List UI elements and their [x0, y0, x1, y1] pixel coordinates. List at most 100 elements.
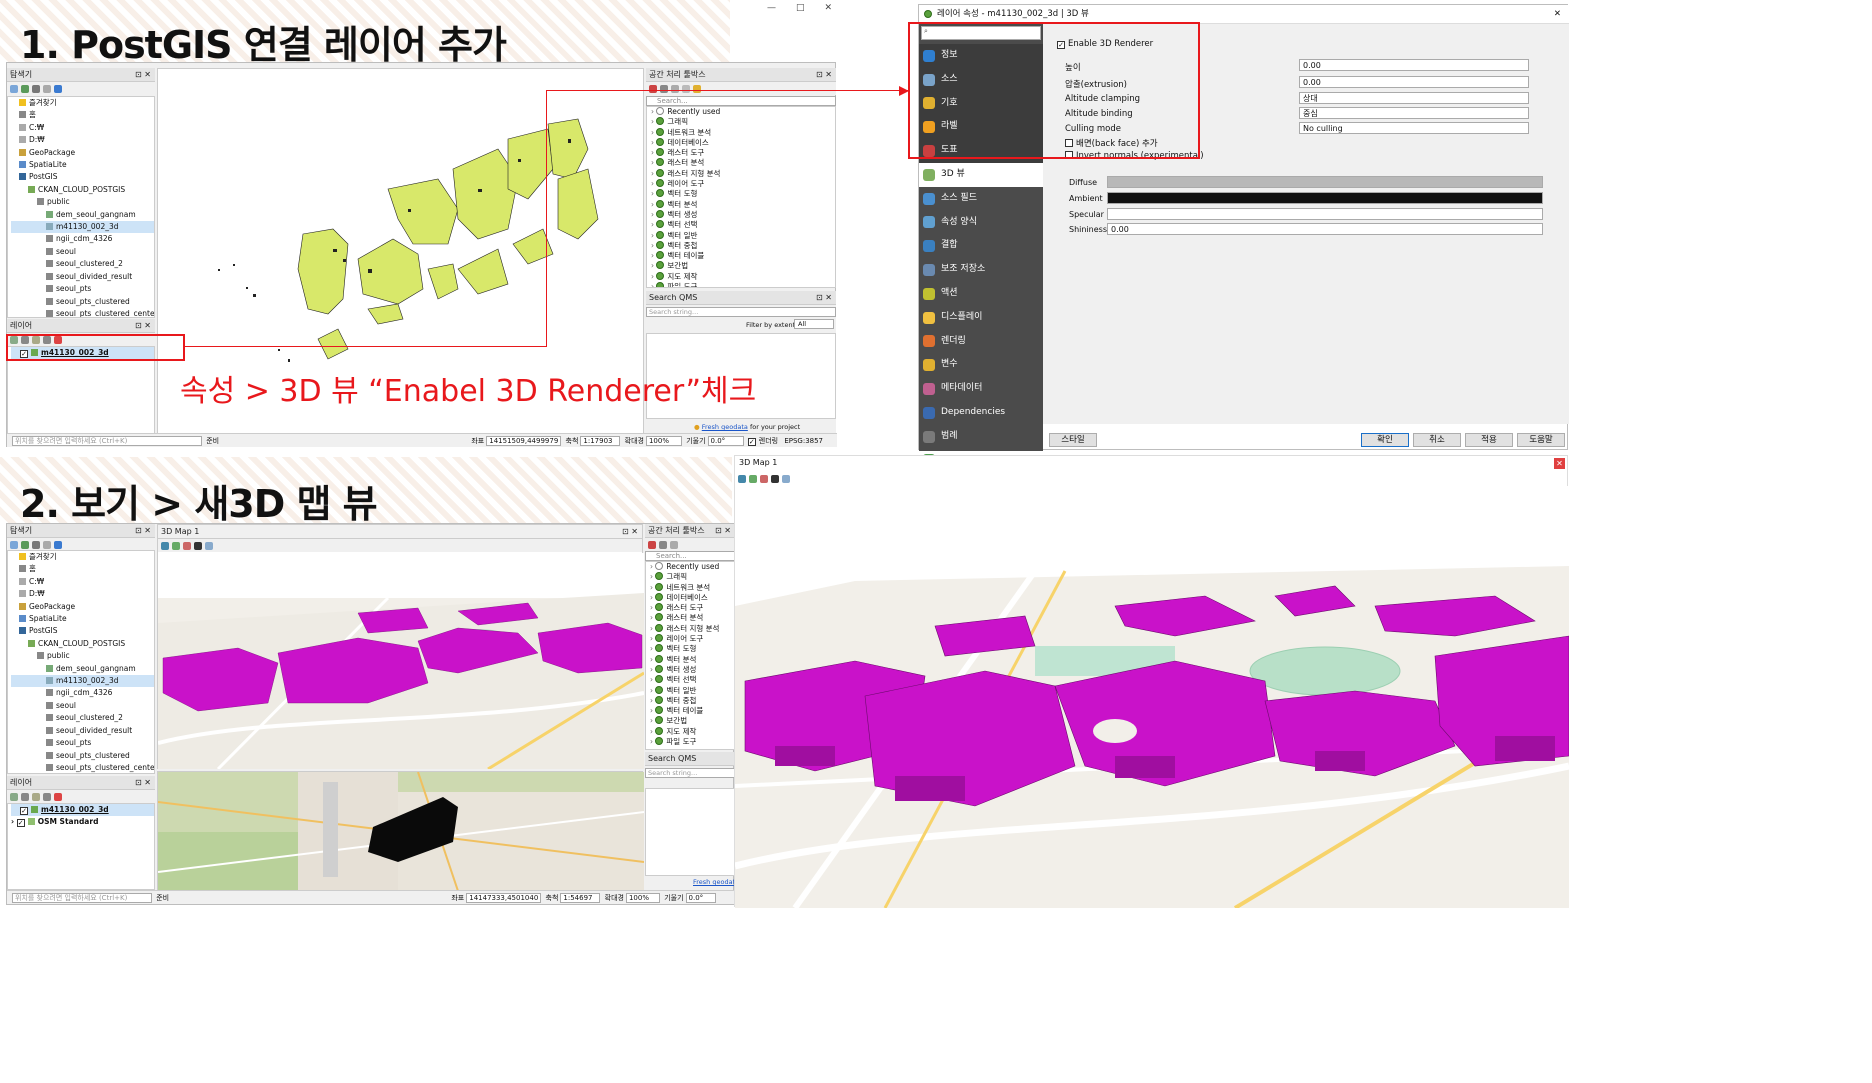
sidebar-item[interactable]: 속성 양식 [919, 211, 1043, 235]
sidebar-item[interactable]: 3D 뷰 [919, 162, 1043, 187]
maximize-button[interactable]: □ [796, 3, 805, 13]
browser-item[interactable]: dem_seoul_gangnam [11, 663, 154, 675]
browser-item[interactable]: SpatiaLite [11, 159, 154, 171]
processing-item[interactable]: › 지도 제작 [647, 271, 835, 282]
processing-item[interactable]: › 네트워크 분석 [647, 127, 835, 138]
locator-input-1[interactable]: 위치를 찾으려면 입력하세요 (Ctrl+K) [12, 436, 202, 446]
browser-item[interactable]: C:₩ [11, 122, 154, 134]
sidebar-item[interactable]: 결합 [919, 234, 1043, 258]
magnifier-field-2[interactable]: 100% [625, 893, 660, 903]
coord-field-2[interactable]: 14147333,4501040 [466, 893, 542, 903]
scale-field-1[interactable]: 1:17903 [580, 436, 621, 446]
processing-item[interactable]: › 래스터 도구 [647, 148, 835, 158]
sidebar-item[interactable]: 범례 [919, 425, 1043, 449]
browser-item[interactable]: seoul_clustered_2 [11, 258, 154, 270]
browser-item[interactable]: seoul_pts [11, 737, 154, 749]
processing-item[interactable]: › 벡터 일반 [646, 685, 734, 696]
refresh-icon[interactable] [21, 84, 29, 93]
browser-item[interactable]: seoul [11, 700, 154, 712]
style-button[interactable]: 스타일 [1049, 433, 1097, 447]
crs-button-1[interactable]: EPSG:3857 [784, 437, 823, 445]
browser-item[interactable]: CKAN_CLOUD_POSTGIS [11, 184, 154, 196]
processing-item[interactable]: › 파일 도구 [647, 282, 835, 287]
qms-filter-select[interactable]: All [794, 319, 834, 329]
processing-item[interactable]: › 벡터 생성 [646, 664, 734, 675]
qms-search-input-2[interactable]: Search string... [645, 768, 735, 778]
processing-search[interactable]: Search... [646, 96, 836, 106]
sidebar-item[interactable]: 보조 저장소 [919, 258, 1043, 282]
zoom-full-icon[interactable] [749, 474, 757, 483]
browser-item[interactable]: m41130_002_3d [11, 675, 154, 688]
extrusion-input[interactable]: 0.00 [1299, 76, 1529, 88]
collapse-icon[interactable] [43, 84, 51, 93]
close-button[interactable]: ✕ [825, 3, 833, 13]
processing-item[interactable]: › 그래픽 [646, 572, 734, 582]
browser-item[interactable]: seoul_clustered_2 [11, 712, 154, 724]
ok-button[interactable]: 확인 [1361, 433, 1409, 447]
browser-item[interactable]: seoul [11, 246, 154, 258]
browser-item[interactable]: D:₩ [11, 588, 154, 600]
browser-item[interactable]: m41130_002_3d [11, 221, 154, 234]
browser-item[interactable]: seoul_pts_clustered_center [11, 762, 154, 773]
info-icon[interactable] [54, 84, 62, 93]
processing-item[interactable]: › 그래픽 [647, 117, 835, 127]
specular-color-button[interactable] [1107, 208, 1543, 220]
layer-item-osm[interactable]: › ✓ OSM Standard [11, 816, 154, 828]
diffuse-color-button[interactable] [1107, 176, 1543, 188]
help-button[interactable]: 도움말 [1517, 433, 1565, 447]
sidebar-item[interactable]: 변수 [919, 353, 1043, 377]
browser-item[interactable]: public [11, 196, 154, 208]
altitude-binding-select[interactable]: 중심 [1299, 107, 1529, 119]
processing-item[interactable]: › 네트워크 분석 [646, 582, 734, 593]
sidebar-item[interactable]: 렌더링 [919, 330, 1043, 354]
browser-item[interactable]: seoul_pts_clustered [11, 296, 154, 308]
rotation-field-2[interactable]: 0.0° [685, 893, 716, 903]
processing-item[interactable]: › 레이어 도구 [646, 634, 734, 644]
map3d-close-button[interactable]: ✕ [1554, 458, 1565, 469]
browser-item[interactable]: seoul_pts_clustered [11, 750, 154, 762]
browser-item[interactable]: C:₩ [11, 576, 154, 588]
processing-item[interactable]: › 벡터 도형 [646, 644, 734, 654]
browser-item[interactable]: public [11, 650, 154, 662]
magnifier-field-1[interactable]: 100% [645, 436, 682, 446]
processing-item[interactable]: › 레이어 도구 [647, 179, 835, 189]
settings-icon[interactable] [782, 474, 790, 483]
processing-item[interactable]: › 데이터베이스 [646, 592, 734, 603]
processing-item[interactable]: › 래스터 지형 분석 [646, 623, 734, 634]
altitude-clamping-select[interactable]: 상대 [1299, 92, 1529, 104]
processing-item[interactable]: › 보간법 [647, 261, 835, 271]
browser-item[interactable]: ngii_cdm_4326 [11, 233, 154, 245]
add-icon[interactable] [10, 84, 18, 93]
processing-item[interactable]: › 데이터베이스 [647, 137, 835, 148]
qms-search-input[interactable]: Search string... [646, 307, 836, 317]
browser-item[interactable]: seoul_divided_result [11, 271, 154, 283]
processing-item[interactable]: › 래스터 분석 [646, 613, 734, 623]
processing-item[interactable]: › 래스터 도구 [646, 603, 734, 613]
sidebar-item[interactable]: Dependencies [919, 401, 1043, 425]
filter-icon[interactable] [32, 84, 40, 93]
browser-item[interactable]: GeoPackage [11, 601, 154, 613]
browser-item[interactable]: ngii_cdm_4326 [11, 687, 154, 699]
browser-item[interactable]: PostGIS [11, 625, 154, 637]
browser-item[interactable]: D:₩ [11, 134, 154, 146]
ambient-color-button[interactable] [1107, 192, 1543, 204]
apply-button[interactable]: 적용 [1465, 433, 1513, 447]
processing-item[interactable]: › 벡터 생성 [647, 209, 835, 220]
processing-item[interactable]: › 보간법 [646, 716, 734, 726]
culling-mode-select[interactable]: No culling [1299, 122, 1529, 134]
processing-item[interactable]: › 벡터 테이블 [646, 706, 734, 716]
layer-item-buildings[interactable]: ✓ m41130_002_3d [11, 804, 154, 817]
locator-input-2[interactable]: 위치를 찾으려면 입력하세요 (Ctrl+K) [12, 893, 152, 903]
browser-item[interactable]: seoul_divided_result [11, 725, 154, 737]
browser-item[interactable]: PostGIS [11, 171, 154, 183]
browser-item[interactable]: 즐겨찾기 [11, 551, 154, 563]
browser-item[interactable]: 홈 [11, 563, 154, 575]
coord-field-1[interactable]: 14151509,4499979 [486, 436, 562, 446]
browser-item[interactable]: 즐겨찾기 [11, 97, 154, 109]
sidebar-item[interactable]: 메타데이터 [919, 377, 1043, 401]
rotation-field-1[interactable]: 0.0° [707, 436, 744, 446]
fresh-geodata-link-2[interactable]: Fresh geodata [693, 878, 735, 886]
camera-icon[interactable] [738, 474, 746, 483]
height-input[interactable]: 0.00 [1299, 59, 1529, 71]
sidebar-item[interactable]: 액션 [919, 282, 1043, 306]
